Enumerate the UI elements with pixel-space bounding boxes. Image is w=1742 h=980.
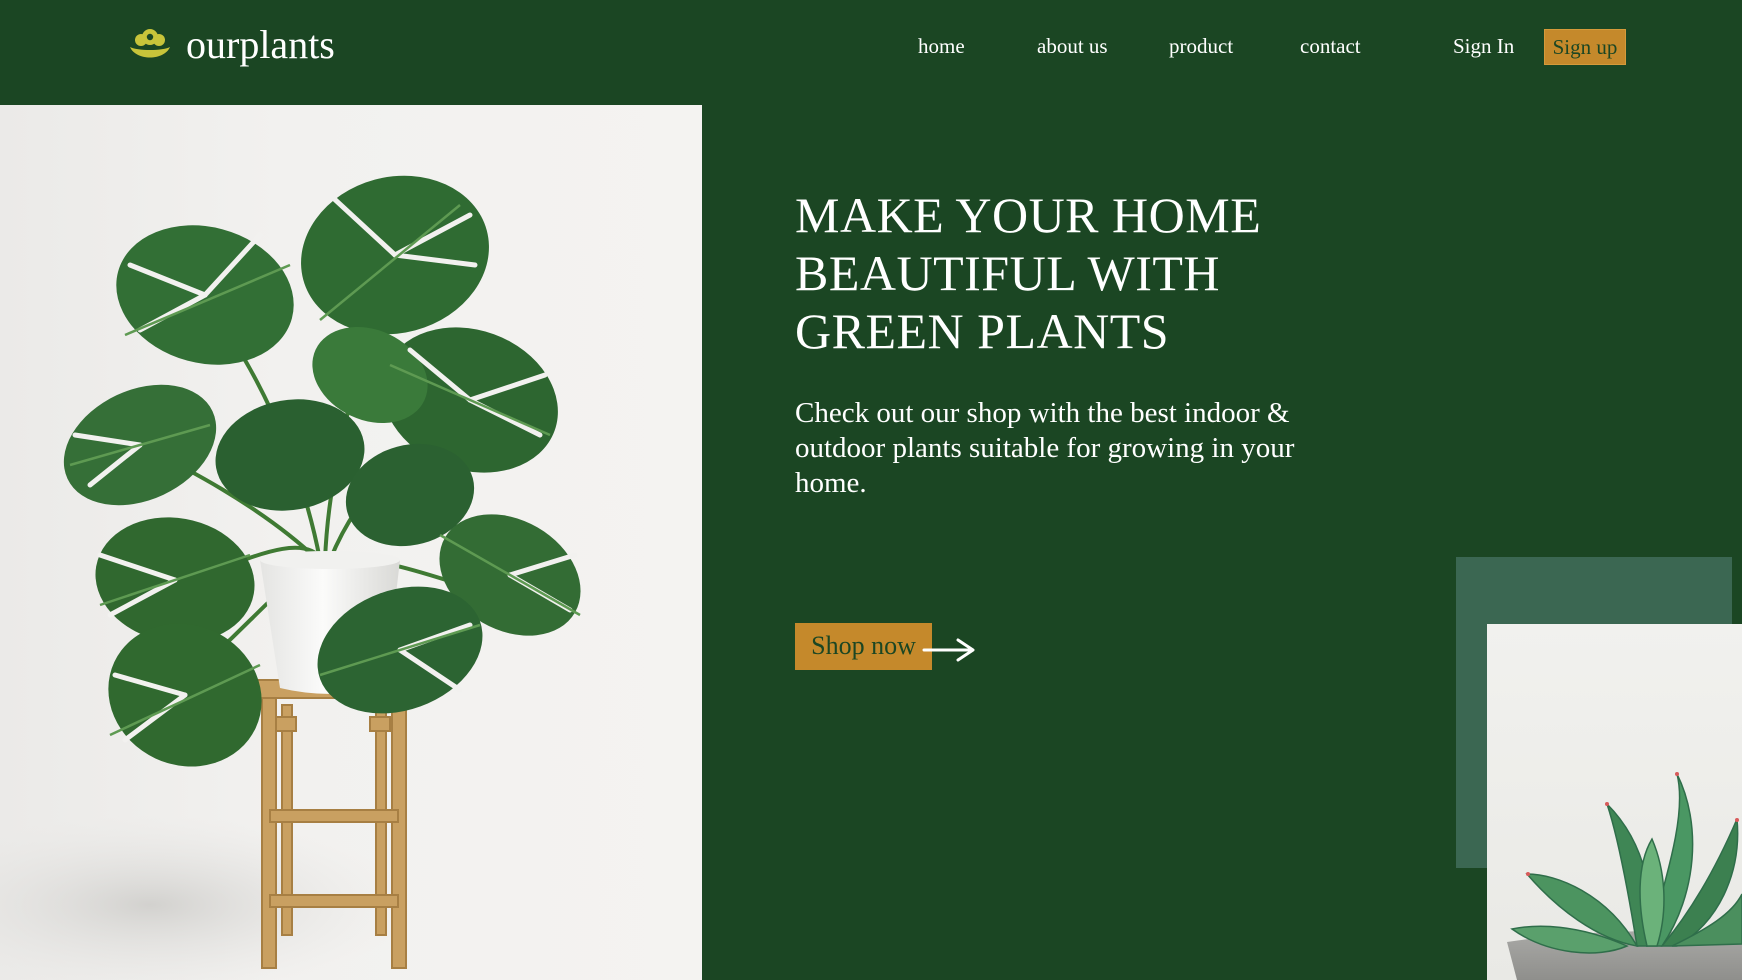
navbar: ourplants home about us product contact … xyxy=(0,0,1742,105)
nav-link-home[interactable]: home xyxy=(918,31,965,61)
sign-in-link[interactable]: Sign In xyxy=(1453,31,1514,61)
sign-up-button[interactable]: Sign up xyxy=(1544,29,1626,65)
shop-now-button[interactable]: Shop now xyxy=(795,623,932,670)
arrow-right-icon[interactable] xyxy=(922,637,976,663)
brand-name: ourplants xyxy=(186,22,335,67)
succulent-image xyxy=(1487,624,1742,980)
brand-logo-link[interactable]: ourplants xyxy=(128,22,335,68)
nav-link-product[interactable]: product xyxy=(1169,31,1233,61)
hero-title: MAKE YOUR HOME BEAUTIFUL WITH GREEN PLAN… xyxy=(795,186,1355,360)
hero-title-line: BEAUTIFUL WITH xyxy=(795,245,1220,301)
hero-image-monstera xyxy=(0,105,702,980)
nav-link-about-us[interactable]: about us xyxy=(1037,31,1108,61)
flower-icon xyxy=(130,29,170,58)
hero-title-line: GREEN PLANTS xyxy=(795,303,1170,359)
hero-title-line: MAKE YOUR HOME xyxy=(795,187,1262,243)
hero-subtitle: Check out our shop with the best indoor … xyxy=(795,397,1295,499)
nav-link-contact[interactable]: contact xyxy=(1300,31,1361,61)
